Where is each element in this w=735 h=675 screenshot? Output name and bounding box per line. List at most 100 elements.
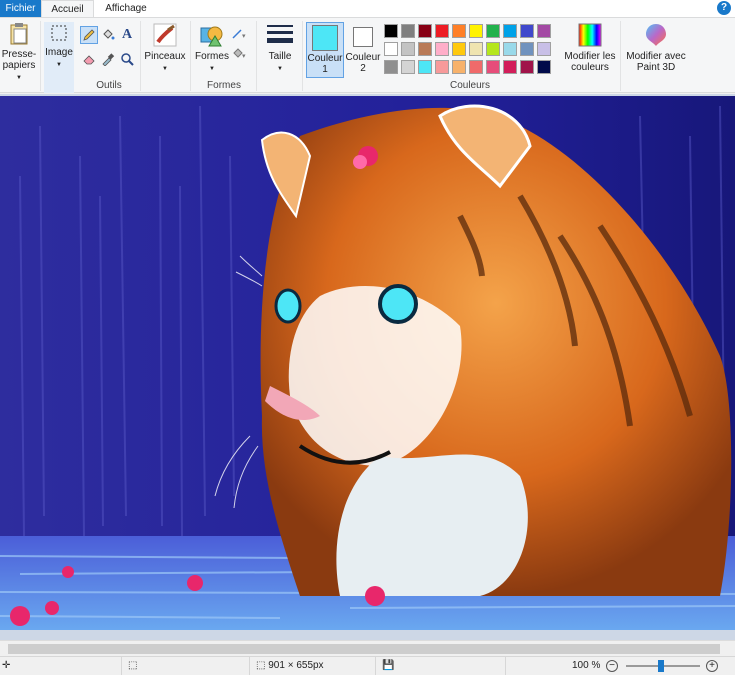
- outline-icon: ▾: [232, 29, 246, 40]
- palette-swatch[interactable]: [384, 60, 398, 74]
- tiger-painting[interactable]: [0, 96, 735, 630]
- svg-text:▾: ▾: [242, 33, 246, 40]
- size-button[interactable]: Taille ▼: [260, 22, 300, 75]
- palette-swatch[interactable]: [435, 60, 449, 74]
- svg-text:▾: ▾: [242, 53, 246, 60]
- palette-swatch[interactable]: [486, 60, 500, 74]
- clipboard-label-1: Presse-: [1, 49, 37, 60]
- shape-outline-button[interactable]: ▾: [230, 24, 248, 42]
- color-2-swatch: [353, 27, 373, 47]
- color-1-label: Couleur: [307, 53, 343, 64]
- selection-icon: ⬚: [128, 660, 138, 671]
- help-icon[interactable]: ?: [717, 1, 731, 15]
- palette-swatch[interactable]: [401, 24, 415, 38]
- eyedropper-icon: [102, 53, 115, 66]
- pencil-tool[interactable]: [80, 26, 98, 44]
- color-2-label: Couleur: [345, 52, 381, 63]
- clipboard-icon: [10, 23, 28, 45]
- group-label-outils: Outils: [96, 80, 122, 91]
- shapes-label: Formes: [195, 51, 229, 62]
- color-2-button[interactable]: Couleur 2: [345, 22, 381, 78]
- palette-swatch[interactable]: [435, 42, 449, 56]
- image-dimensions: 901 × 655px: [268, 660, 324, 671]
- select-icon: [51, 25, 67, 41]
- palette-swatch[interactable]: [384, 24, 398, 38]
- zoom-level: 100 %: [572, 660, 601, 671]
- palette-swatch[interactable]: [384, 42, 398, 56]
- zoom-slider-handle[interactable]: [658, 660, 664, 672]
- palette-swatch[interactable]: [537, 42, 551, 56]
- brushes-label: Pinceaux: [144, 51, 186, 62]
- brush-icon: [153, 23, 177, 47]
- shape-fill-button[interactable]: ▾: [230, 44, 248, 62]
- clipboard-button[interactable]: Presse- papiers ▼: [0, 22, 38, 84]
- shapes-button[interactable]: Formes ▼: [194, 22, 230, 75]
- magnifier-tool[interactable]: [118, 50, 136, 68]
- color-1-swatch: [312, 25, 338, 51]
- image-dimensions-cell: ⬚ 901 × 655px: [250, 657, 376, 675]
- paint-3d-button[interactable]: Modifier avec Paint 3D: [624, 22, 688, 73]
- ribbon: Presse- papiers ▼ Image ▼ A Outils Pince…: [0, 17, 735, 93]
- chevron-down-icon: ▼: [209, 66, 215, 72]
- line-size-icon: [267, 25, 293, 43]
- palette-swatch[interactable]: [469, 24, 483, 38]
- palette-swatch[interactable]: [537, 60, 551, 74]
- palette-swatch[interactable]: [452, 42, 466, 56]
- color-spectrum-icon: [578, 23, 602, 47]
- palette-swatch[interactable]: [520, 24, 534, 38]
- palette-swatch[interactable]: [486, 42, 500, 56]
- palette-swatch[interactable]: [520, 60, 534, 74]
- palette-swatch[interactable]: [435, 24, 449, 38]
- canvas-area[interactable]: [0, 94, 735, 640]
- palette-swatch[interactable]: [503, 60, 517, 74]
- ribbon-tabs: Fichier Accueil Affichage ?: [0, 0, 735, 17]
- tab-affichage[interactable]: Affichage: [96, 0, 156, 17]
- horizontal-scrollbar[interactable]: [0, 640, 735, 656]
- color-2-number: 2: [360, 63, 366, 74]
- file-size-cell: 💾: [376, 657, 506, 675]
- scrollbar-thumb[interactable]: [8, 644, 720, 654]
- color-1-button[interactable]: Couleur 1: [306, 22, 344, 78]
- eraser-tool[interactable]: [80, 50, 98, 68]
- palette-swatch[interactable]: [469, 60, 483, 74]
- color-picker-tool[interactable]: [99, 50, 117, 68]
- chevron-down-icon: ▼: [277, 66, 283, 72]
- tab-accueil[interactable]: Accueil: [41, 0, 94, 17]
- palette-swatch[interactable]: [452, 60, 466, 74]
- edit-colors-label-1: Modifier les: [564, 51, 616, 62]
- image-label: Image: [45, 47, 73, 58]
- palette-swatch[interactable]: [469, 42, 483, 56]
- magnifier-icon: [121, 53, 134, 66]
- paint-3d-label-1: Modifier avec: [626, 51, 686, 62]
- image-button[interactable]: Image ▼: [44, 22, 74, 93]
- status-bar: ✛ ⬚ ⬚ 901 × 655px 💾 100 % − +: [0, 656, 735, 675]
- palette-swatch[interactable]: [401, 42, 415, 56]
- zoom-in-button[interactable]: +: [706, 660, 718, 672]
- palette-swatch[interactable]: [452, 24, 466, 38]
- fill-icon: ▾: [233, 48, 246, 60]
- palette-swatch[interactable]: [486, 24, 500, 38]
- cursor-position-cell: ✛: [0, 657, 122, 675]
- brushes-button[interactable]: Pinceaux ▼: [144, 22, 186, 75]
- palette-swatch[interactable]: [418, 42, 432, 56]
- cursor-position-icon: ✛: [2, 660, 11, 671]
- palette-swatch[interactable]: [418, 24, 432, 38]
- chevron-down-icon: ▼: [162, 66, 168, 72]
- edit-colors-button[interactable]: Modifier les couleurs: [562, 22, 618, 73]
- palette-swatch[interactable]: [503, 42, 517, 56]
- palette-swatch[interactable]: [537, 24, 551, 38]
- chevron-down-icon: ▼: [56, 62, 62, 68]
- selection-size-cell: ⬚: [122, 657, 250, 675]
- palette-swatch[interactable]: [418, 60, 432, 74]
- fill-tool[interactable]: [99, 26, 117, 44]
- paint-bucket-icon: [103, 29, 115, 40]
- palette-swatch[interactable]: [503, 24, 517, 38]
- text-tool[interactable]: A: [118, 26, 136, 44]
- tab-fichier[interactable]: Fichier: [0, 0, 41, 17]
- text-icon: A: [121, 27, 133, 42]
- palette-swatch[interactable]: [520, 42, 534, 56]
- zoom-out-button[interactable]: −: [606, 660, 618, 672]
- chevron-down-icon: ▼: [16, 75, 22, 81]
- palette-swatch[interactable]: [401, 60, 415, 74]
- edit-colors-label-2: couleurs: [571, 62, 609, 73]
